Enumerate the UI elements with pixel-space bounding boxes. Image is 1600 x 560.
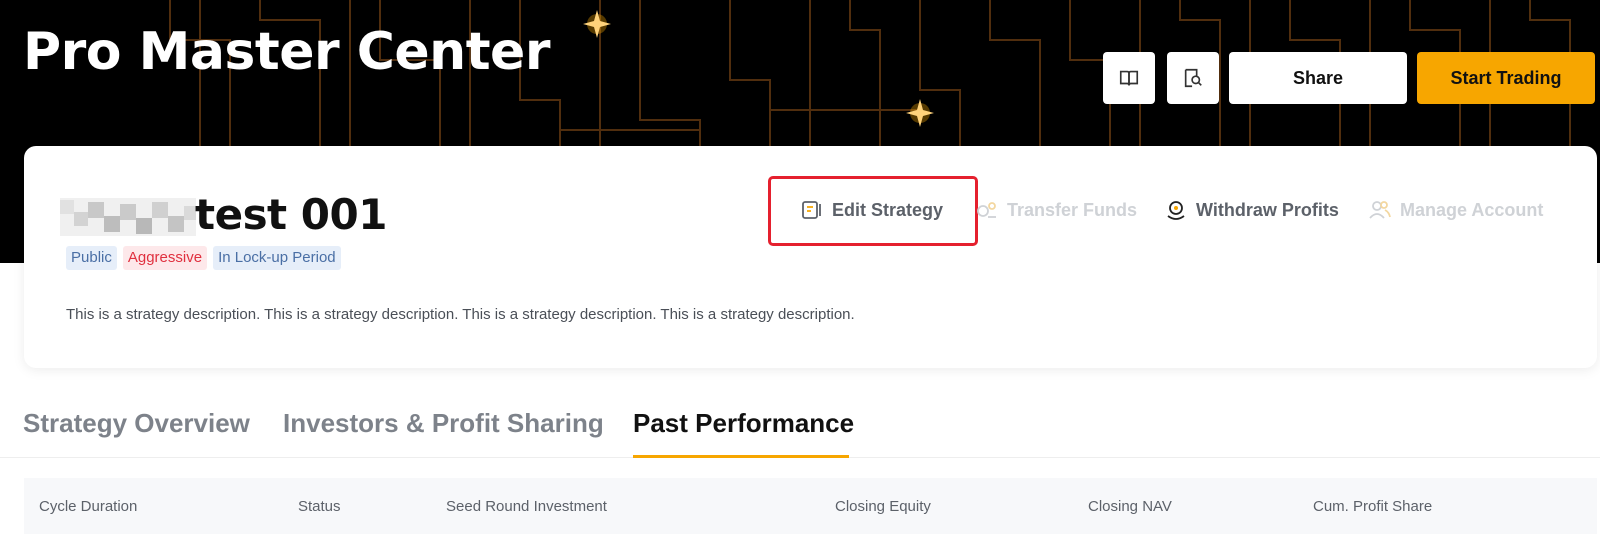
column-header: Closing Equity — [835, 498, 931, 515]
edit-strategy-button[interactable]: Edit Strategy — [800, 198, 943, 222]
manage-account-label: Manage Account — [1400, 199, 1544, 220]
blurred-name-prefix — [60, 198, 196, 236]
search-document-icon — [1184, 68, 1202, 88]
edit-document-icon — [802, 201, 821, 219]
tag-aggressive: Aggressive — [122, 246, 208, 270]
users-icon — [1369, 201, 1391, 219]
tag-lockup: In Lock-up Period — [213, 246, 341, 270]
column-header: Status — [298, 498, 341, 515]
strategy-tags: Public Aggressive In Lock-up Period — [66, 246, 341, 270]
tab-strategy-overview[interactable]: Strategy Overview — [23, 408, 250, 439]
active-tab-indicator — [633, 455, 849, 458]
strategy-card: test 001 Public Aggressive In Lock-up Pe… — [24, 146, 1597, 368]
sparkle-icon-1 — [583, 10, 611, 38]
tag-public: Public — [66, 246, 117, 270]
performance-table-header: Cycle Duration Status Seed Round Investm… — [24, 478, 1597, 534]
withdraw-profits-button[interactable]: Withdraw Profits — [1164, 198, 1339, 222]
column-header: Seed Round Investment — [446, 498, 607, 515]
tab-past-performance[interactable]: Past Performance — [633, 408, 854, 439]
page-title: Pro Master Center — [23, 22, 550, 82]
column-header: Closing NAV — [1088, 498, 1172, 515]
transfer-funds-label: Transfer Funds — [1007, 199, 1138, 220]
preview-button[interactable] — [1167, 52, 1219, 104]
withdraw-icon — [1167, 201, 1185, 220]
strategy-description: This is a strategy description. This is … — [66, 306, 855, 323]
start-trading-button[interactable]: Start Trading — [1417, 52, 1595, 104]
strategy-name: test 001 — [195, 190, 387, 239]
tab-investors-profit-sharing[interactable]: Investors & Profit Sharing — [283, 408, 604, 439]
withdraw-profits-label: Withdraw Profits — [1196, 199, 1339, 220]
guide-button[interactable] — [1103, 52, 1155, 104]
column-header: Cycle Duration — [39, 498, 138, 515]
column-header: Cum. Profit Share — [1313, 498, 1433, 515]
share-button[interactable]: Share — [1229, 52, 1407, 104]
transfer-funds-button[interactable]: Transfer Funds — [975, 198, 1137, 222]
tab-bar: Strategy Overview Investors & Profit Sha… — [0, 400, 1600, 458]
manage-account-button[interactable]: Manage Account — [1368, 198, 1543, 222]
transfer-icon — [977, 202, 996, 218]
sparkle-icon-2 — [906, 99, 934, 127]
book-icon — [1119, 70, 1139, 86]
edit-strategy-label: Edit Strategy — [832, 199, 944, 220]
